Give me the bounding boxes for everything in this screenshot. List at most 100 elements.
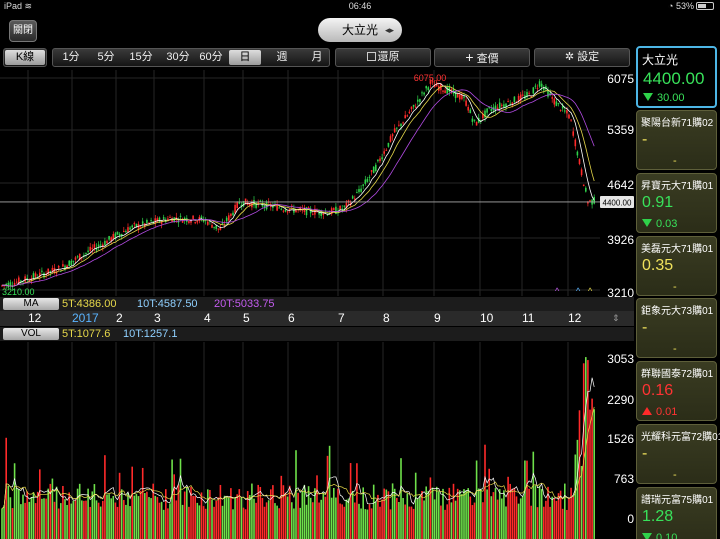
high-label: 6075.00 [414,73,447,83]
watchlist-item[interactable]: 聚陽台新71購02 - - [636,110,717,170]
low-label: 3210.00 [2,287,35,296]
period-tab-group: 1分 5分 15分 30分 60分日週月 [52,48,330,67]
watchlist-item-price: 0.91 [642,194,674,211]
volume-chart[interactable] [0,342,634,539]
restore-checkbox[interactable] [366,52,376,61]
ma-strip: MA 5T:4386.00 10T:4587.50 20T:5033.75 [0,297,634,311]
watchlist-item[interactable]: 美磊元大71購01 0.35 - [636,236,717,296]
scroll-handle-icon[interactable]: ⇕ [612,311,620,326]
price-tick: 6075 [607,72,634,86]
signal-marker-icon: ^ [555,286,560,296]
stock-chart-screen: iPad ≋ 06:46 ◔ 53% 關閉 大立光 ◂▸ K線 1分 5分 15分 3… [0,0,720,539]
watchlist-item-name: 光耀科元富72購01 [641,432,720,443]
volume-axis: 3053 2290 1526 763 0 [600,342,634,539]
vol-strip: VOL 5T:1077.6 10T:1257.1 [0,327,634,341]
watchlist-item-name: 群聯國泰72購01 [641,369,714,380]
month-label: 10 [480,311,494,325]
battery-status: ◔ 53% [668,1,714,11]
restore-label: 還原 [377,51,400,63]
gear-icon: ✲ [564,51,575,63]
volume-tick: 0 [627,512,634,526]
tab-period-0[interactable]: 1分 [59,49,83,66]
month-label: 7 [338,311,345,325]
query-label: 查價 [476,53,499,65]
month-label: 5 [243,311,250,325]
volume-tick: 3053 [607,352,634,366]
watchlist-item-price: 0.16 [642,382,674,399]
tab-period-3[interactable]: 30分 [163,49,193,66]
watchlist-item[interactable]: 光耀科元富72購01 - - [636,424,720,484]
watchlist-item-change: 0.10 [656,532,678,539]
watchlist-item-price: 4400.00 [643,69,705,88]
month-label: 12 [568,311,582,325]
watchlist-item-name: 聚陽台新71購02 [641,118,714,129]
tab-period-5[interactable]: 日 [229,50,261,65]
price-tick: 5359 [607,123,634,137]
watchlist-item-price: - [642,131,648,148]
vol10-value: 10T:1257.1 [123,328,178,340]
month-label: 3 [154,311,161,325]
settings-button[interactable]: ✲ 設定 [534,48,630,67]
watchlist-item-change: - [673,281,677,293]
tab-period-2[interactable]: 15分 [125,49,157,66]
watchlist-item-name: 譜瑞元富75購01 [641,495,714,506]
month-label: 11 [522,311,535,325]
watchlist-item-name: 鉅象元大73購01 [641,306,714,317]
ma5-value: 5T:4386.00 [62,298,117,310]
ma10-value: 10T:4587.50 [137,298,198,310]
watchlist-item[interactable]: 譜瑞元富75購01 1.28 0.10 [636,487,717,539]
tab-kline[interactable]: K線 [5,50,45,65]
volume-tick: 1526 [607,432,634,446]
month-label: 4 [204,311,211,325]
query-price-button[interactable]: + 查價 [434,48,530,67]
watchlist-item[interactable]: 鉅象元大73購01 - - [636,298,717,358]
stock-title-selector[interactable]: 大立光 ◂▸ [318,18,402,42]
time-axis: ⇕ 12 2017 2 3 4 5 6 7 8 9 10 11 12 [0,311,634,326]
vol5-value: 5T:1077.6 [62,328,111,340]
tab-period-7[interactable]: 月 [305,49,329,66]
volume-tick: 763 [613,472,634,486]
watchlist-item-price: - [642,445,648,462]
plus-icon: + [465,49,474,65]
price-tick: 3926 [607,233,634,247]
watchlist-item-change: 0.03 [656,218,678,230]
chart-toolbar: K線 1分 5分 15分 30分 60分日週月 還原 + 查價 ✲ 設定 [0,48,634,68]
settings-label: 設定 [577,51,600,63]
month-label: 2 [116,311,123,325]
volume-tick: 2290 [607,393,634,407]
vol-tag[interactable]: VOL [3,328,59,340]
ktype-tab-group: K線 [3,48,47,67]
watchlist-item[interactable]: 昇寶元大71購01 0.91 0.03 [636,173,717,233]
watchlist-item-change: - [673,155,677,167]
battery-icon [696,2,714,10]
tab-period-4[interactable]: 60分 [196,49,226,66]
watchlist-item-name: 昇寶元大71購01 [641,181,714,192]
watchlist-item[interactable]: 群聯國泰72購01 0.16 0.01 [636,361,717,421]
watchlist-item-price: 1.28 [642,508,674,525]
ma20-value: 20T:5033.75 [214,298,275,310]
status-bar: iPad ≋ 06:46 ◔ 53% [0,0,720,14]
stock-title: 大立光 [341,23,378,37]
tab-period-1[interactable]: 5分 [91,49,121,66]
candlestick-chart[interactable]: 4400.006075.003210.00 ^ ^ ^ [0,70,634,296]
price-tick: 4642 [607,178,634,192]
month-label: 9 [434,311,441,325]
watchlist-item-change: 0.01 [656,406,678,418]
tab-period-6[interactable]: 週 [267,49,297,66]
watchlist-item-change: 30.00 [657,92,685,104]
watchlist-item[interactable]: 大立光 4400.00 30.00 [636,46,717,108]
down-arrow-icon [642,219,652,227]
lock-rotation-icon: ◔ [668,1,674,11]
month-label: 8 [383,311,390,325]
price-axis: 6075 5359 4642 3926 3210 [600,70,634,300]
up-arrow-icon [642,407,652,415]
ma-tag[interactable]: MA [3,298,59,310]
month-label: 12 [28,311,42,325]
month-label: 2017 [72,311,99,325]
restore-button[interactable]: 還原 [335,48,431,67]
watchlist-item-change: - [673,343,677,355]
watchlist-item-name: 美磊元大71購01 [641,244,714,255]
close-button[interactable]: 關閉 [9,20,37,42]
down-arrow-icon [643,93,653,101]
signal-marker-icon: ^ [576,286,581,296]
